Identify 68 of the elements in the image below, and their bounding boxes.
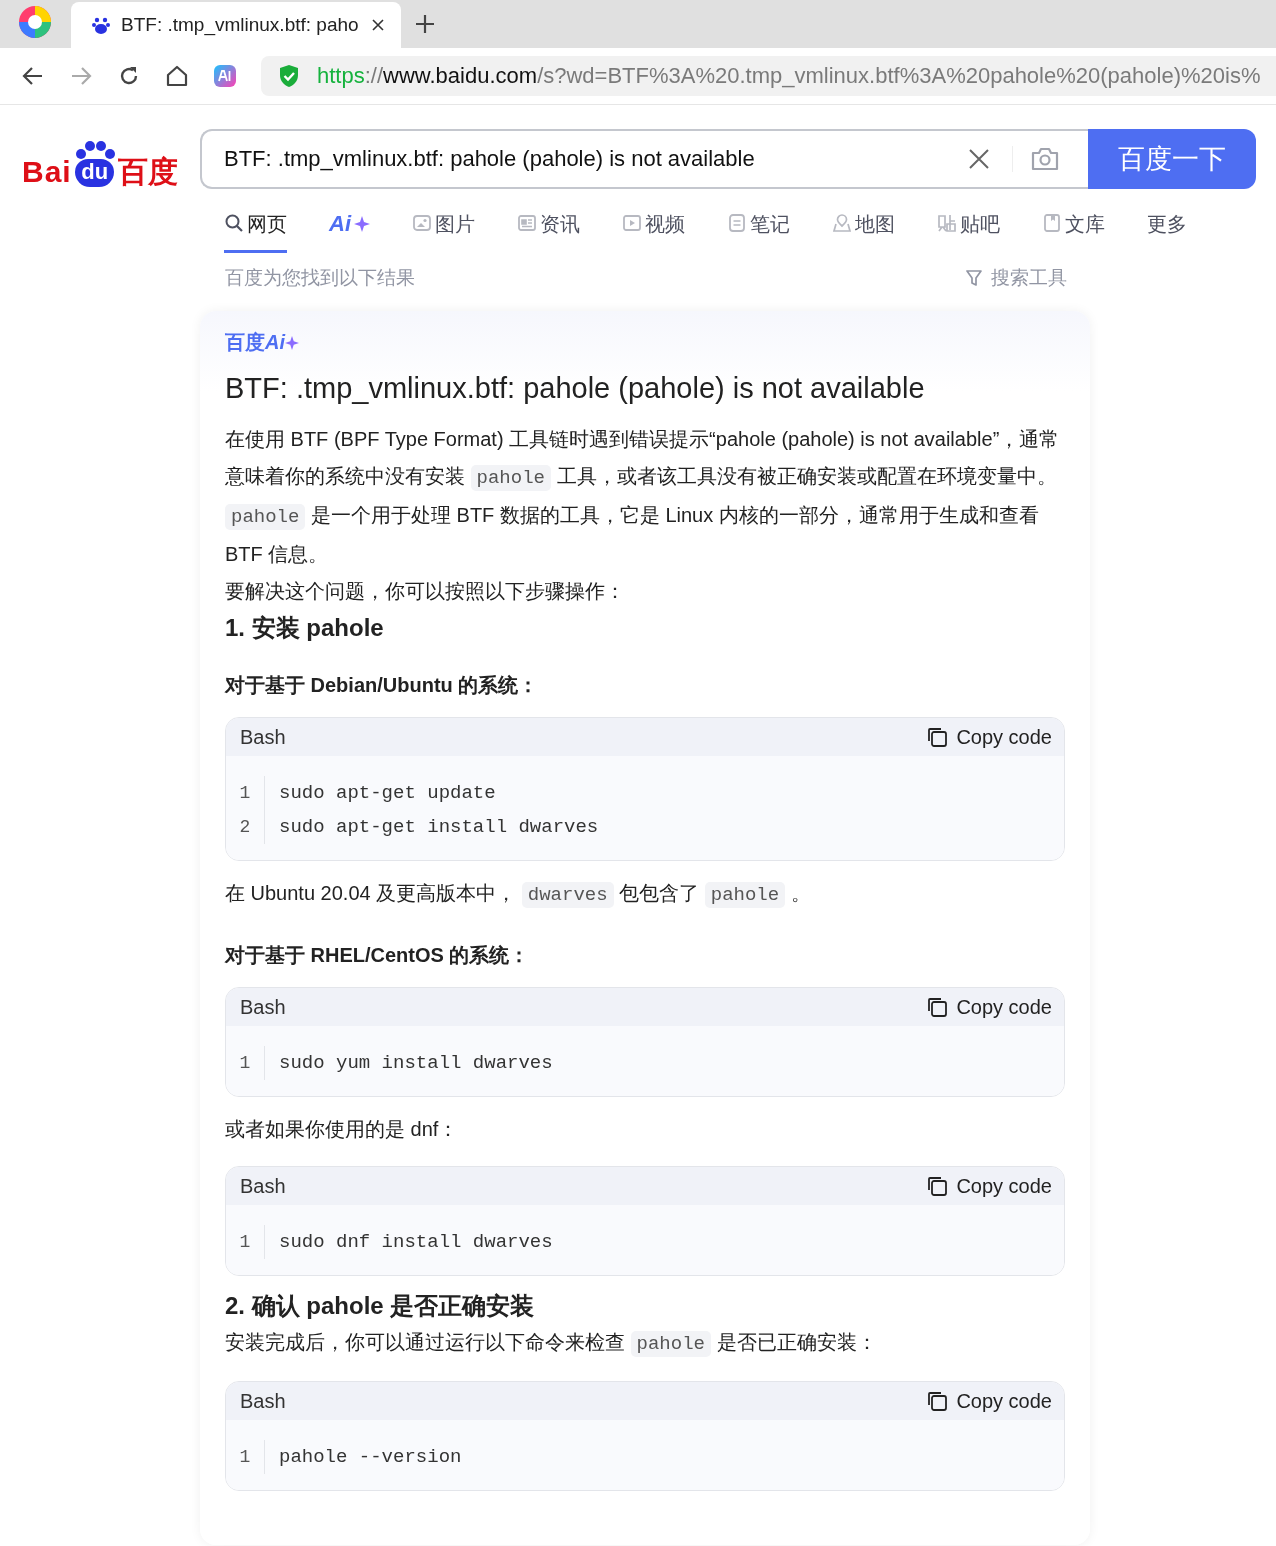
nav-tab[interactable]: 图片 (412, 207, 475, 253)
copy-icon (926, 996, 949, 1018)
code-language-label: Bash (240, 1174, 286, 1198)
map-pin-icon (832, 213, 852, 233)
nav-tab[interactable]: 网页 (224, 207, 287, 253)
subsection-heading: 对于基于 RHEL/CentOS 的系统： (225, 943, 531, 968)
baidu-logo[interactable]: Bai du 百度 (22, 131, 178, 187)
result-count-text: 百度为您找到以下结果 (225, 266, 415, 290)
image-icon (412, 213, 432, 233)
nav-tab[interactable]: 资讯 (517, 207, 580, 253)
play-icon (622, 213, 642, 233)
shield-check-icon (277, 64, 301, 88)
clear-icon[interactable] (968, 148, 990, 170)
code-language-label: Bash (240, 1389, 286, 1413)
copy-code-button[interactable]: Copy code (926, 1174, 1052, 1198)
browser-logo-icon[interactable] (17, 4, 53, 40)
line-number: 1 (226, 1225, 265, 1259)
copy-code-button[interactable]: Copy code (926, 725, 1052, 749)
line-number: 2 (226, 810, 265, 844)
document-icon (1042, 213, 1062, 233)
paw-icon (91, 15, 111, 35)
answer-paragraph: 安装完成后，你可以通过运行以下命令来检查 pahole 是否已正确安装： (225, 1330, 878, 1359)
code-language-label: Bash (240, 995, 286, 1019)
note-icon (727, 213, 747, 233)
code-line: sudo apt-get update (278, 782, 496, 804)
line-number: 1 (226, 776, 265, 810)
address-bar[interactable]: https://www.baidu.com/s?wd=BTF%3A%20.tmp_vmlinux.btf%3A%20pahole%20(pahole)%20is% (261, 56, 1276, 96)
section-heading: 2. 确认 pahole 是否正确安装 (225, 1291, 536, 1321)
search-icon (224, 213, 244, 233)
newspaper-icon (517, 213, 537, 233)
code-line: sudo yum install dwarves (278, 1052, 553, 1074)
copy-icon (926, 726, 949, 748)
filter-icon (965, 269, 983, 287)
answer-title: BTF: .tmp_vmlinux.btf: pahole (pahole) is not available (225, 372, 926, 405)
close-icon[interactable] (371, 18, 385, 32)
copy-icon (926, 1390, 949, 1412)
nav-tab[interactable]: 文库 (1042, 207, 1105, 253)
home-icon[interactable] (165, 64, 189, 88)
browser-tab[interactable]: BTF: .tmp_vmlinux.btf: paho (71, 2, 401, 48)
answer-paragraph: 在使用 BTF (BPF Type Format) 工具链时遇到错误提示“pahole (pahole) is not available”，通常意味着你的系统中没有安装 pahole 工具，或者该工具没有被正确安装或配置在环境变量中。 pahole 是一个用于处理 BTF 数据的工具，它是 Linux 内核的一部分，通常用于生成和查看 BTF 信息。 (225, 427, 1061, 567)
forum-icon (937, 213, 957, 233)
answer-paragraph: 在 Ubuntu 20.04 及更高版本中， dwarves 包包含了 pahole 。 (225, 881, 812, 910)
nav-tab[interactable]: 更多 (1147, 207, 1187, 253)
line-number: 1 (226, 1440, 265, 1474)
url-text: https://www.baidu.com/s?wd=BTF%3A%20.tmp_vmlinux.btf%3A%20pahole%20(pahole)%20is% (317, 63, 1261, 89)
section-heading: 1. 安装 pahole (225, 613, 385, 643)
copy-icon (926, 1175, 949, 1197)
new-tab-icon[interactable] (415, 14, 435, 34)
nav-tab[interactable]: 笔记 (727, 207, 790, 253)
sparkle-icon (354, 216, 370, 232)
line-number: 1 (226, 1046, 265, 1080)
answer-paragraph: 或者如果你使用的是 dnf： (225, 1117, 460, 1142)
code-line: sudo dnf install dwarves (278, 1231, 553, 1253)
code-line: pahole --version (278, 1446, 462, 1468)
ai-app-icon[interactable] (213, 64, 237, 88)
nav-tab[interactable]: 贴吧 (937, 207, 1000, 253)
search-field[interactable]: BTF: .tmp_vmlinux.btf: pahole (pahole) is not available (200, 129, 1088, 189)
answer-paragraph: 要解决这个问题，你可以按照以下步骤操作： (225, 579, 626, 604)
nav-tab[interactable]: 视频 (622, 207, 685, 253)
subsection-heading: 对于基于 Debian/Ubuntu 的系统： (225, 673, 540, 698)
ai-brand-logo: 百度Ai (225, 329, 1065, 356)
nav-tab[interactable]: Ai (329, 207, 370, 253)
copy-code-button[interactable]: Copy code (926, 995, 1052, 1019)
nav-tab[interactable]: 地图 (832, 207, 895, 253)
search-button[interactable]: 百度一下 (1088, 129, 1256, 189)
code-line: sudo apt-get install dwarves (278, 816, 599, 838)
code-language-label: Bash (240, 725, 286, 749)
copy-code-button[interactable]: Copy code (926, 1389, 1052, 1413)
